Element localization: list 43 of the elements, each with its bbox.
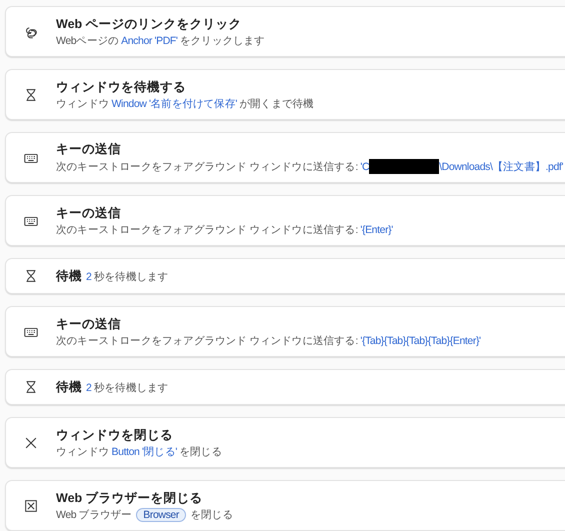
description-text: を閉じる — [178, 444, 222, 458]
action-card[interactable]: キーの送信 次のキーストロークをフォアグラウンド ウィンドウに送信する: 'C \Downloads\【注文書】.pdf' — [5, 132, 565, 183]
action-card[interactable]: 待機 2 秒を待機します — [5, 258, 565, 294]
description-text: 次のキーストロークをフォアグラウンド ウィンドウに送信する: — [56, 160, 359, 174]
action-title: キーの送信 — [56, 204, 122, 222]
action-card[interactable]: Web ブラウザーを閉じる Web ブラウザー Browser を閉じる — [5, 480, 565, 531]
description-text: Web ブラウザー — [56, 508, 133, 522]
action-card[interactable]: Web ページのリンクをクリック Webページの Anchor 'PDF' をクリックします — [5, 6, 565, 57]
description-text: をクリックします — [179, 34, 265, 48]
description-text: を閉じる — [189, 508, 233, 522]
action-title: キーの送信 — [56, 316, 122, 332]
close-box-icon — [23, 498, 39, 514]
parameter-value: Button '閉じる' — [112, 444, 178, 458]
description-text: 次のキーストロークをフォアグラウンド ウィンドウに送信する: — [56, 222, 359, 236]
description-text: 秒を待機します — [92, 270, 168, 284]
parameter-value: '{Tab}{Tab}{Tab}{Tab}{Enter}' — [360, 334, 481, 346]
action-card[interactable]: キーの送信 次のキーストロークをフォアグラウンド ウィンドウに送信する: '{Tab}{Tab}{Tab}{Tab}{Enter}' — [5, 306, 565, 357]
action-card[interactable]: 待機 2 秒を待機します — [5, 369, 565, 405]
description-text: 秒を待機します — [92, 380, 168, 394]
parameter-value: Window '名前を付けて保存' — [112, 96, 238, 110]
parameter-value: \Downloads\【注文書】.pdf' — [439, 160, 564, 174]
action-title: キーの送信 — [56, 141, 122, 158]
description-text: Webページの — [56, 34, 120, 48]
parameter-value: 'C — [360, 160, 370, 172]
action-title: Web ページのリンクをクリック — [56, 16, 243, 32]
description-text: が開くまで待機 — [238, 96, 314, 110]
action-title: ウィンドウを閉じる — [56, 426, 174, 444]
parameter-value: 2 — [86, 270, 92, 282]
parameter-value: '{Enter}' — [360, 224, 393, 236]
description-text: ウィンドウ — [56, 96, 110, 110]
parameter-value: 2 — [86, 382, 92, 394]
action-card[interactable]: ウィンドウを待機する ウィンドウ Window '名前を付けて保存' が開くまで待機 — [5, 69, 565, 120]
action-title: Web ブラウザーを閉じる — [56, 490, 204, 506]
action-title: 待機 — [56, 268, 82, 284]
action-card[interactable]: ウィンドウを閉じる ウィンドウ Button '閉じる' を閉じる — [5, 417, 565, 468]
action-card[interactable]: キーの送信 次のキーストロークをフォアグラウンド ウィンドウに送信する: '{Enter}' — [5, 195, 565, 246]
description-text: ウィンドウ — [56, 444, 110, 458]
variable-pill: Browser — [136, 508, 186, 522]
redaction-block — [369, 159, 440, 174]
action-title: ウィンドウを待機する — [56, 78, 187, 96]
parameter-value: Anchor 'PDF' — [121, 34, 178, 46]
action-title: 待機 — [56, 378, 82, 396]
description-text: 次のキーストロークをフォアグラウンド ウィンドウに送信する: — [56, 334, 359, 348]
